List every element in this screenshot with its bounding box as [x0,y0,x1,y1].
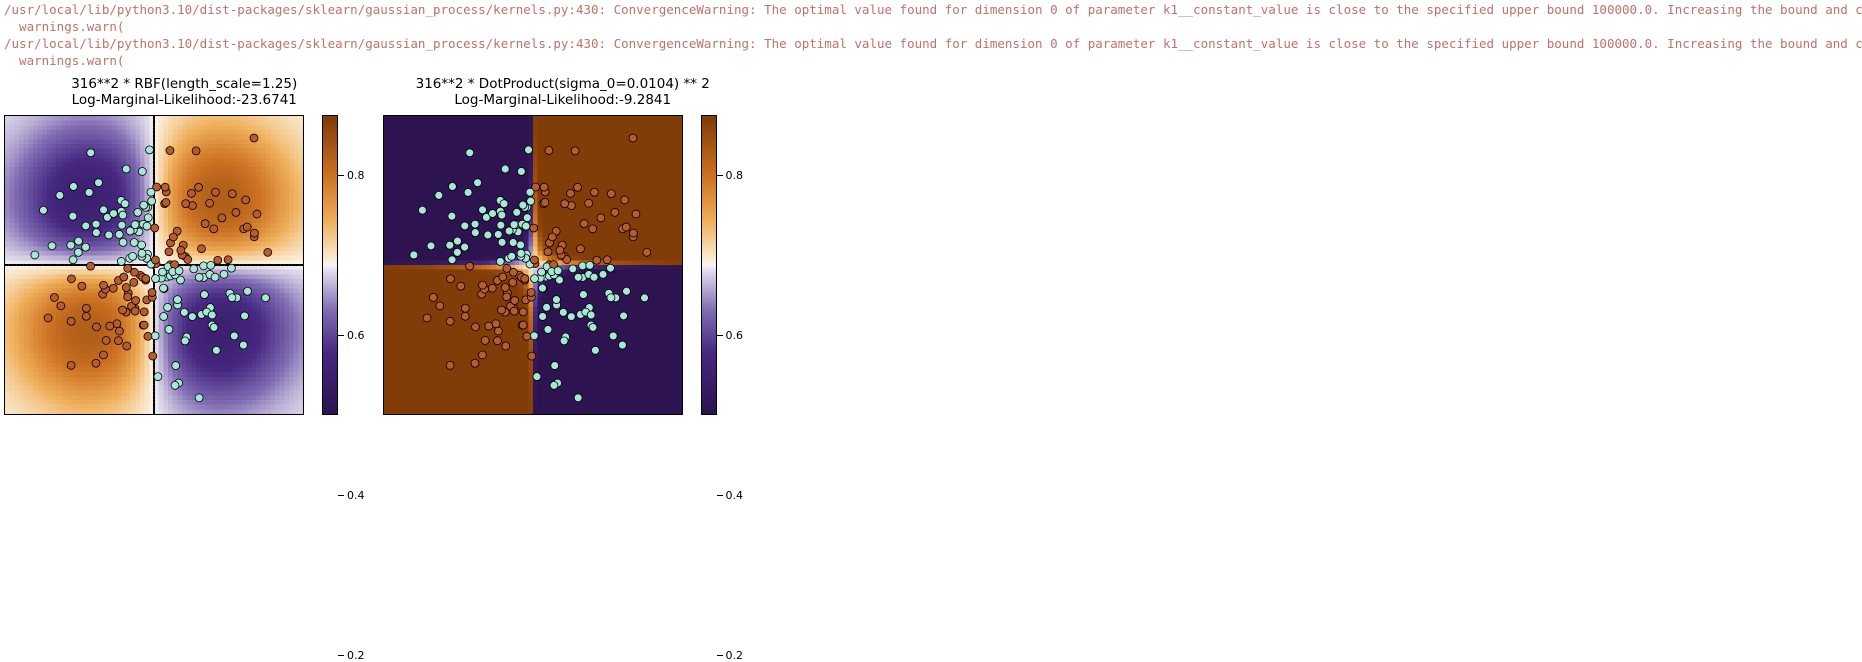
colorbar-gradient [701,115,717,415]
axes-dotproduct [383,115,683,415]
heatmap-rbf [5,116,303,414]
subplot-dotproduct: 316**2 * DotProduct(sigma_0=0.0104) ** 2… [383,76,744,416]
python-warning-output: /usr/local/lib/python3.10/dist-packages/… [0,0,1862,72]
title-line-1: 316**2 * DotProduct(sigma_0=0.0104) ** 2 [416,76,710,93]
heatmap-dotproduct [384,116,682,414]
colorbar-gradient [322,115,338,415]
colorbar-dotproduct: 0.80.60.40.2 [701,115,744,415]
figure: 316**2 * RBF(length_scale=1.25) Log-Marg… [0,72,1862,426]
title-line-2: Log-Marginal-Likelihood:-23.6741 [71,92,297,109]
colorbar-tick-label: 0.6 [726,329,744,342]
colorbar-tick-label: 0.4 [347,489,365,502]
colorbar-ticks: 0.80.60.40.2 [338,115,365,415]
title-line-2: Log-Marginal-Likelihood:-9.2841 [416,92,710,109]
axes-rbf [4,115,304,415]
subplot-rbf: 316**2 * RBF(length_scale=1.25) Log-Marg… [4,76,365,416]
title-line-1: 316**2 * RBF(length_scale=1.25) [71,76,297,93]
colorbar-tick-label: 0.2 [726,649,744,662]
colorbar-tick-label: 0.8 [726,169,744,182]
subplot-title: 316**2 * DotProduct(sigma_0=0.0104) ** 2… [416,76,710,110]
colorbar-rbf: 0.80.60.40.2 [322,115,365,415]
colorbar-tick-label: 0.6 [347,329,365,342]
colorbar-tick-label: 0.8 [347,169,365,182]
colorbar-ticks: 0.80.60.40.2 [717,115,744,415]
colorbar-tick-label: 0.2 [347,649,365,662]
colorbar-tick-label: 0.4 [726,489,744,502]
subplot-title: 316**2 * RBF(length_scale=1.25) Log-Marg… [71,76,297,110]
